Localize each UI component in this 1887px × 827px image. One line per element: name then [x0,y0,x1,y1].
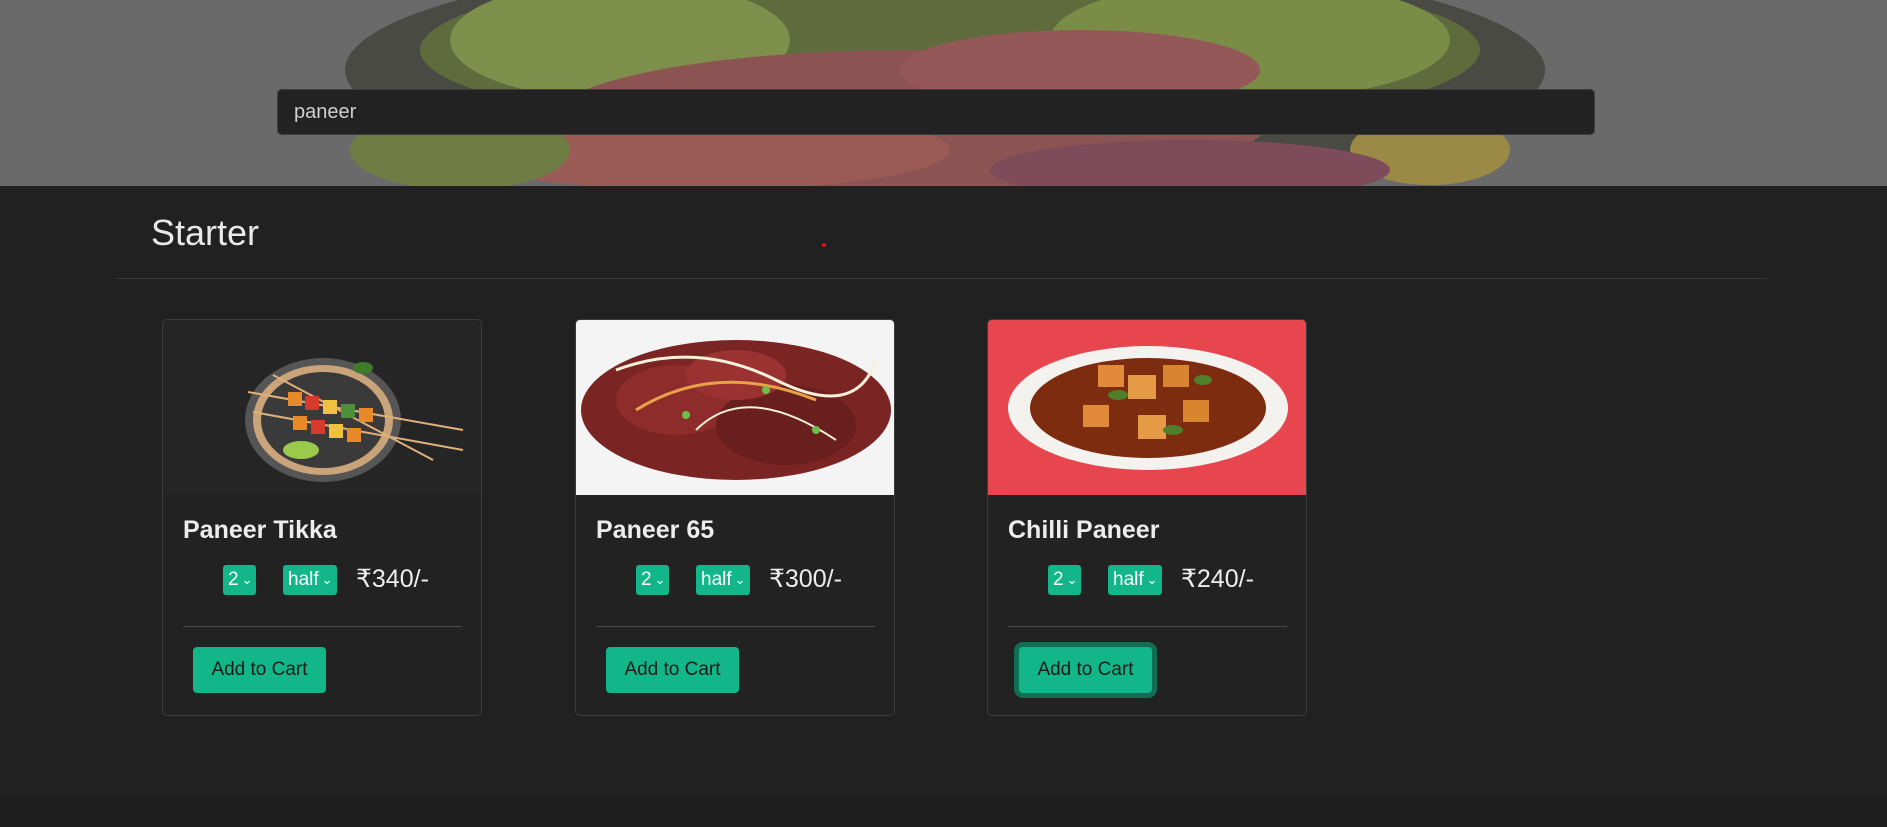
category-title: Starter [151,212,260,253]
category-divider [116,278,1767,279]
item-options: 2 ⌄ half ⌄ ₹340/- [163,565,481,597]
quantity-select[interactable]: 2 ⌄ [1048,565,1082,595]
footer-strip [0,796,1887,827]
chilli-paneer-image [988,320,1306,495]
card-divider [596,626,875,627]
item-price: ₹240/- [1181,565,1254,593]
size-select[interactable]: half ⌄ [283,565,337,595]
item-options: 2 ⌄ half ⌄ ₹240/- [988,565,1306,597]
menu-item-card: Chilli Paneer 2 ⌄ half ⌄ ₹240/- Add to C… [987,319,1307,716]
chevron-down-icon: ⌄ [654,571,666,587]
card-divider [1008,626,1287,627]
item-price: ₹340/- [356,565,429,593]
hero-banner [0,0,1887,186]
chevron-down-icon: ⌄ [1066,571,1078,587]
red-dot-marker [822,243,826,247]
quantity-select[interactable]: 2 ⌄ [223,565,257,595]
quantity-value: 2 [1053,569,1064,590]
paneer-tikka-image [163,320,481,495]
add-to-cart-button[interactable]: Add to Cart [606,647,739,693]
chevron-down-icon: ⌄ [734,571,746,587]
item-name: Chilli Paneer [1008,516,1160,544]
card-divider [183,626,462,627]
quantity-value: 2 [228,569,239,590]
paneer-65-image [576,320,894,495]
item-name: Paneer Tikka [183,516,337,544]
size-value: half [701,569,732,590]
chevron-down-icon: ⌄ [1146,571,1158,587]
size-select[interactable]: half ⌄ [696,565,750,595]
quantity-value: 2 [641,569,652,590]
chevron-down-icon: ⌄ [321,571,333,587]
menu-item-card: Paneer Tikka 2 ⌄ half ⌄ ₹340/- Add to Ca… [162,319,482,716]
chevron-down-icon: ⌄ [241,571,253,587]
size-value: half [1113,569,1144,590]
add-to-cart-button[interactable]: Add to Cart [1019,647,1152,693]
item-options: 2 ⌄ half ⌄ ₹300/- [576,565,894,597]
size-value: half [288,569,319,590]
item-price: ₹300/- [769,565,842,593]
size-select[interactable]: half ⌄ [1108,565,1162,595]
add-to-cart-button[interactable]: Add to Cart [193,647,326,693]
menu-item-card: Paneer 65 2 ⌄ half ⌄ ₹300/- Add to Cart [575,319,895,716]
item-name: Paneer 65 [596,516,715,544]
quantity-select[interactable]: 2 ⌄ [636,565,670,595]
search-input[interactable] [277,89,1595,135]
